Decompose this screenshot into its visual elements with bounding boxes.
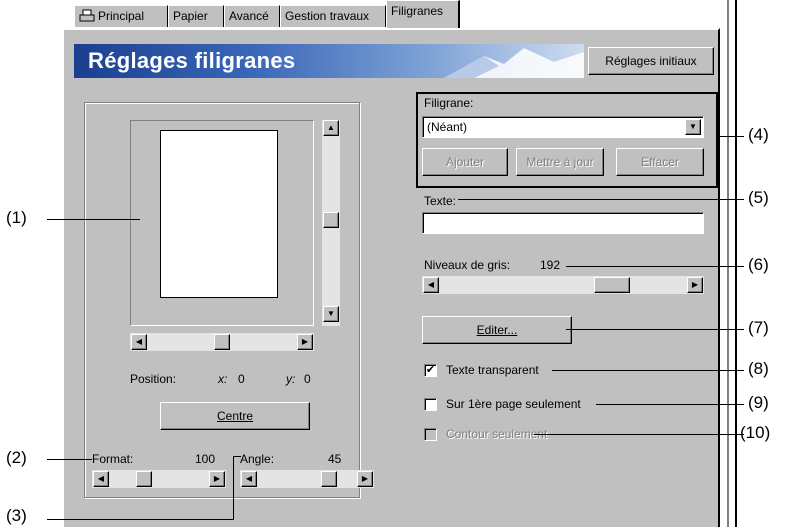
tab-avance[interactable]: Avancé (224, 5, 280, 27)
position-label: Position: (130, 372, 177, 386)
mountain-graphic-icon (444, 48, 584, 78)
callout-line-1 (47, 219, 140, 220)
tab-gestion-travaux[interactable]: Gestion travaux (280, 5, 386, 27)
callout-7: (7) (748, 318, 769, 337)
callout-line-3c (233, 456, 241, 457)
callout-line-5 (458, 199, 744, 200)
callout-6: (6) (748, 255, 769, 274)
callout-10: (10) (740, 423, 771, 442)
callout-line-7 (566, 329, 744, 330)
tab-gestion-label: Gestion travaux (285, 9, 370, 23)
scroll-down-arrow-icon[interactable]: ▼ (323, 306, 339, 322)
frame-edge-shadow (727, 0, 729, 527)
callout-line-9 (596, 404, 744, 405)
outline-label: Contour seulement (446, 427, 548, 441)
scroll-right-arrow-icon[interactable]: ▶ (297, 334, 313, 350)
transparent-checkbox[interactable]: ✔ (424, 364, 437, 377)
callout-line-3a (47, 519, 233, 520)
callout-1: (1) (6, 208, 27, 227)
angle-right-arrow-icon[interactable]: ▶ (357, 471, 373, 487)
format-label: Format: (92, 452, 134, 466)
page-title: Réglages filigranes (88, 48, 296, 73)
angle-slider[interactable] (240, 470, 374, 488)
tab-principal[interactable]: Principal (74, 5, 168, 27)
tab-papier[interactable]: Papier (168, 5, 224, 27)
watermark-label: Filigrane: (424, 96, 474, 110)
gray-left-arrow-icon[interactable]: ◀ (423, 277, 439, 293)
first-page-label: Sur 1ère page seulement (446, 397, 581, 411)
page-preview (160, 130, 278, 298)
frame-edge (735, 0, 737, 527)
chevron-down-icon[interactable]: ▼ (685, 119, 701, 135)
format-value: 100 (195, 452, 216, 466)
horizontal-scroll-thumb[interactable] (214, 334, 230, 350)
vertical-scroll-thumb[interactable] (323, 212, 339, 228)
watermark-select[interactable]: (Néant) ▼ (422, 116, 704, 138)
callout-9: (9) (748, 393, 769, 412)
callout-8: (8) (748, 359, 769, 378)
y-value: 0 (304, 372, 311, 386)
first-page-checkbox[interactable] (424, 398, 437, 411)
scroll-up-arrow-icon[interactable]: ▲ (323, 120, 339, 136)
format-slider-thumb[interactable] (136, 471, 152, 487)
angle-value: 45 (328, 452, 342, 466)
transparent-label: Texte transparent (446, 363, 539, 377)
format-slider[interactable] (92, 470, 226, 488)
angle-left-arrow-icon[interactable]: ◀ (241, 471, 257, 487)
delete-button[interactable]: Effacer (616, 148, 704, 176)
gray-level-slider[interactable] (422, 276, 704, 294)
update-button[interactable]: Mettre à jour (516, 148, 604, 176)
tab-avance-label: Avancé (229, 9, 269, 23)
tab-principal-label: Principal (98, 9, 145, 23)
tab-filigranes-label: Filigranes (391, 4, 444, 18)
gray-level-value: 192 (540, 258, 561, 272)
gray-level-slider-thumb[interactable] (594, 277, 630, 293)
tab-papier-label: Papier (173, 9, 208, 23)
angle-label: Angle: (240, 452, 275, 466)
tab-filigranes[interactable]: Filigranes (386, 0, 460, 28)
callout-line-10 (534, 434, 744, 435)
gray-right-arrow-icon[interactable]: ▶ (687, 277, 703, 293)
y-label: y: (286, 372, 296, 386)
x-value: 0 (238, 372, 245, 386)
center-button[interactable]: Centre (160, 402, 310, 430)
header-banner: Réglages filigranes (74, 44, 584, 78)
callout-2: (2) (6, 448, 27, 467)
gray-level-label: Niveaux de gris: (424, 258, 511, 272)
add-button[interactable]: Ajouter (422, 148, 508, 176)
angle-slider-thumb[interactable] (321, 471, 337, 487)
x-label: x: (218, 372, 228, 386)
callout-4: (4) (748, 125, 769, 144)
callout-line-6 (566, 266, 744, 267)
edit-button-label: Editer... (476, 323, 518, 337)
watermark-selected-value: (Néant) (427, 120, 468, 134)
format-left-arrow-icon[interactable]: ◀ (93, 471, 109, 487)
text-input[interactable] (422, 212, 704, 234)
callout-line-4 (718, 136, 744, 137)
format-right-arrow-icon[interactable]: ▶ (209, 471, 225, 487)
callout-line-3b (233, 456, 234, 520)
outline-checkbox[interactable] (424, 428, 437, 441)
callout-line-2 (47, 459, 92, 460)
text-label: Texte: (424, 194, 457, 208)
scroll-left-arrow-icon[interactable]: ◀ (131, 334, 147, 350)
callout-5: (5) (748, 188, 769, 207)
edit-button[interactable]: Editer... (422, 316, 572, 344)
printer-icon (79, 8, 95, 22)
callout-3: (3) (6, 506, 27, 525)
callout-line-8 (552, 370, 744, 371)
reset-defaults-button[interactable]: Réglages initiaux (588, 47, 714, 75)
